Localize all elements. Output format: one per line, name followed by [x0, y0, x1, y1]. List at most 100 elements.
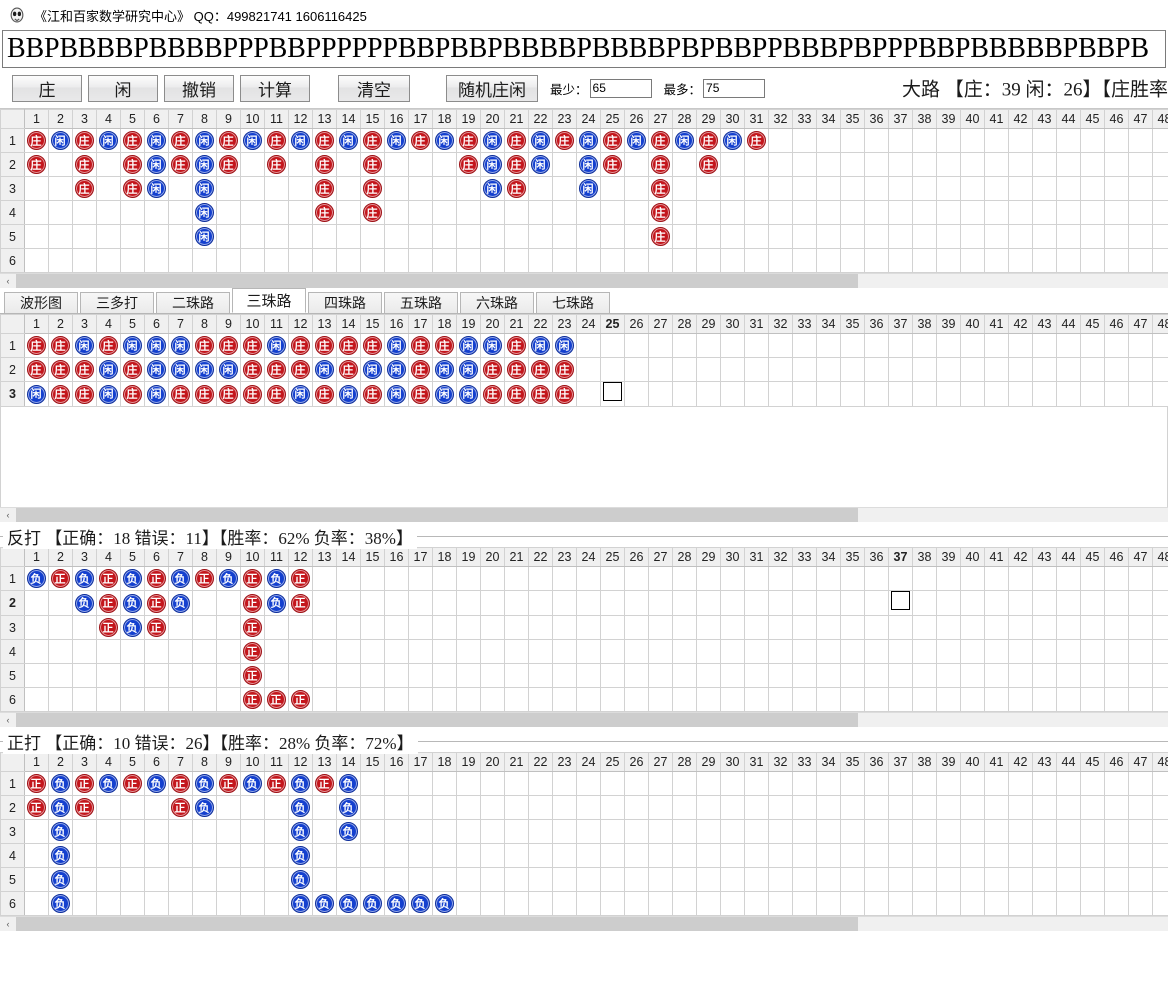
- empty-cell[interactable]: [1128, 819, 1153, 844]
- marker-cell-Z[interactable]: 正: [144, 590, 169, 616]
- marker-cell-B[interactable]: 庄: [216, 381, 241, 407]
- marker-cell-Z[interactable]: 正: [264, 687, 289, 712]
- empty-cell[interactable]: [864, 200, 889, 225]
- empty-cell[interactable]: [720, 381, 745, 407]
- marker-cell-B[interactable]: 庄: [600, 128, 625, 153]
- empty-cell[interactable]: [816, 200, 841, 225]
- column-header-9[interactable]: 9: [216, 314, 241, 334]
- empty-cell[interactable]: [816, 381, 841, 407]
- empty-cell[interactable]: [816, 152, 841, 177]
- empty-cell[interactable]: [744, 663, 769, 688]
- empty-cell[interactable]: [312, 224, 337, 249]
- empty-cell[interactable]: [1152, 867, 1168, 892]
- column-header-15[interactable]: 15: [360, 314, 385, 334]
- marker-cell-B[interactable]: 庄: [72, 128, 97, 153]
- marker-cell-P[interactable]: 闲: [336, 128, 361, 153]
- empty-cell[interactable]: [768, 891, 793, 916]
- column-header-3[interactable]: 3: [72, 109, 97, 129]
- empty-cell[interactable]: [1128, 639, 1153, 664]
- column-header-37[interactable]: 37: [888, 314, 913, 334]
- empty-cell[interactable]: [744, 357, 769, 382]
- column-header-29[interactable]: 29: [696, 314, 721, 334]
- column-header-16[interactable]: 16: [384, 314, 409, 334]
- empty-cell[interactable]: [672, 152, 697, 177]
- empty-cell[interactable]: [672, 843, 697, 868]
- empty-cell[interactable]: [336, 152, 361, 177]
- empty-cell[interactable]: [840, 176, 865, 201]
- empty-cell[interactable]: [960, 200, 985, 225]
- empty-cell[interactable]: [624, 843, 649, 868]
- empty-cell[interactable]: [384, 224, 409, 249]
- empty-cell[interactable]: [48, 248, 73, 273]
- marker-cell-B[interactable]: 庄: [216, 333, 241, 358]
- empty-cell[interactable]: [576, 663, 601, 688]
- marker-cell-P[interactable]: 闲: [144, 128, 169, 153]
- empty-cell[interactable]: [504, 771, 529, 796]
- empty-cell[interactable]: [624, 639, 649, 664]
- column-header-34[interactable]: 34: [816, 314, 841, 334]
- empty-cell[interactable]: [792, 891, 817, 916]
- empty-cell[interactable]: [720, 357, 745, 382]
- marker-cell-P[interactable]: 闲: [48, 128, 73, 153]
- empty-cell[interactable]: [576, 224, 601, 249]
- column-header-45[interactable]: 45: [1080, 752, 1105, 772]
- empty-cell[interactable]: [888, 381, 913, 407]
- empty-cell[interactable]: [792, 795, 817, 820]
- empty-cell[interactable]: [696, 615, 721, 640]
- empty-cell[interactable]: [1032, 795, 1057, 820]
- marker-cell-P[interactable]: 闲: [192, 128, 217, 153]
- empty-cell[interactable]: [1152, 152, 1168, 177]
- empty-cell[interactable]: [744, 891, 769, 916]
- empty-cell[interactable]: [504, 867, 529, 892]
- empty-cell[interactable]: [504, 615, 529, 640]
- column-header-3[interactable]: 3: [72, 752, 97, 772]
- empty-cell[interactable]: [984, 381, 1009, 407]
- empty-cell[interactable]: [24, 176, 49, 201]
- empty-cell[interactable]: [984, 333, 1009, 358]
- empty-cell[interactable]: [528, 687, 553, 712]
- empty-cell[interactable]: [288, 224, 313, 249]
- column-header-41[interactable]: 41: [984, 314, 1009, 334]
- marker-cell-F[interactable]: 负: [432, 891, 457, 916]
- marker-cell-P[interactable]: 闲: [168, 357, 193, 382]
- empty-cell[interactable]: [1056, 566, 1081, 591]
- empty-cell[interactable]: [408, 590, 433, 616]
- empty-cell[interactable]: [1080, 248, 1105, 273]
- empty-cell[interactable]: [912, 590, 937, 616]
- marker-cell-P[interactable]: 闲: [288, 381, 313, 407]
- marker-cell-B[interactable]: 庄: [480, 381, 505, 407]
- empty-cell[interactable]: [744, 248, 769, 273]
- marker-cell-B[interactable]: 庄: [528, 381, 553, 407]
- empty-cell[interactable]: [360, 687, 385, 712]
- empty-cell[interactable]: [240, 819, 265, 844]
- empty-cell[interactable]: [792, 590, 817, 616]
- empty-cell[interactable]: [984, 891, 1009, 916]
- empty-cell[interactable]: [1008, 843, 1033, 868]
- empty-cell[interactable]: [216, 176, 241, 201]
- scroll-track[interactable]: [858, 274, 1168, 288]
- empty-cell[interactable]: [288, 200, 313, 225]
- empty-cell[interactable]: [960, 615, 985, 640]
- empty-cell[interactable]: [624, 381, 649, 407]
- empty-cell[interactable]: [1008, 771, 1033, 796]
- empty-cell[interactable]: [600, 566, 625, 591]
- column-header-29[interactable]: 29: [696, 752, 721, 772]
- empty-cell[interactable]: [24, 819, 49, 844]
- empty-cell[interactable]: [816, 687, 841, 712]
- min-input[interactable]: 65: [589, 78, 652, 98]
- marker-cell-P[interactable]: 闲: [384, 357, 409, 382]
- empty-cell[interactable]: [1152, 176, 1168, 201]
- empty-cell[interactable]: [504, 819, 529, 844]
- empty-cell[interactable]: [552, 867, 577, 892]
- row-header-2[interactable]: 2: [0, 357, 25, 382]
- scroll-track[interactable]: [858, 713, 1168, 727]
- player-button[interactable]: 闲: [88, 74, 158, 102]
- column-header-48[interactable]: 48: [1152, 752, 1168, 772]
- column-header-13[interactable]: 13: [312, 109, 337, 129]
- empty-cell[interactable]: [720, 152, 745, 177]
- column-header-39[interactable]: 39: [936, 314, 961, 334]
- empty-cell[interactable]: [600, 357, 625, 382]
- marker-cell-Z[interactable]: 正: [120, 771, 145, 796]
- empty-cell[interactable]: [96, 224, 121, 249]
- column-header-10[interactable]: 10: [240, 752, 265, 772]
